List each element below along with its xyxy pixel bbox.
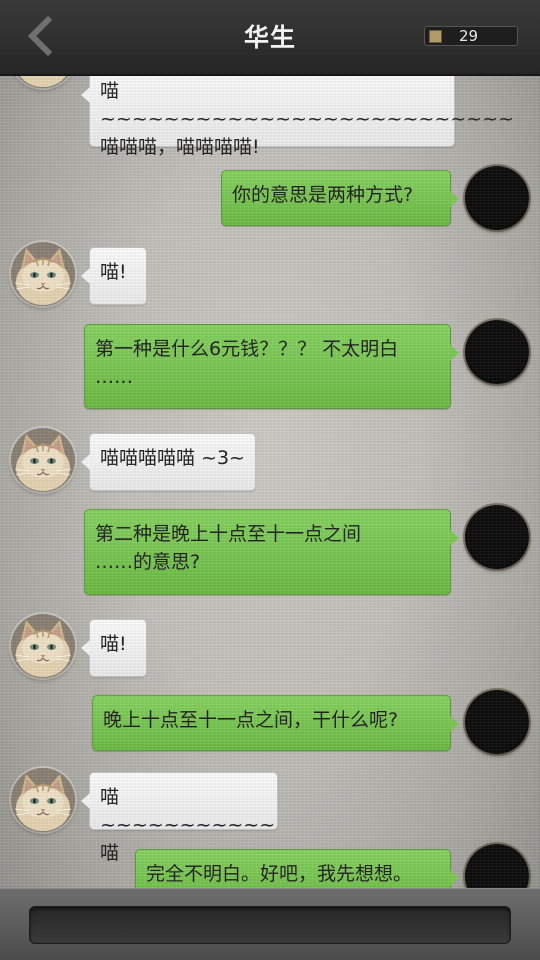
user-avatar[interactable]	[465, 320, 529, 384]
cat-face-icon	[11, 242, 75, 306]
input-bar	[0, 888, 540, 960]
message-bubble[interactable]: 喵!	[81, 247, 147, 305]
coin-icon	[429, 30, 442, 43]
message-bubble[interactable]: 喵~~~~~~~~~~~~~~~~~~~~~~~~~~ 喵喵喵，喵喵喵喵!	[81, 66, 514, 158]
cat-face-icon	[11, 428, 75, 492]
message-bubble[interactable]: 第二种是晚上十点至十一点之间 ……的意思?	[84, 509, 459, 595]
message-bubble[interactable]: 喵~~~~~~~~~~~喵	[81, 772, 278, 864]
cat-face-icon	[11, 768, 75, 832]
user-avatar[interactable]	[465, 166, 529, 230]
user-avatar[interactable]	[465, 690, 529, 754]
cat-avatar[interactable]	[11, 768, 75, 832]
message-bubble[interactable]: 晚上十点至十一点之间，干什么呢?	[92, 695, 459, 751]
cat-avatar[interactable]	[11, 242, 75, 306]
cat-face-icon	[11, 614, 75, 678]
cat-avatar[interactable]	[11, 428, 75, 492]
message-bubble[interactable]: 喵!	[81, 619, 147, 677]
counter-value: 29	[459, 27, 479, 45]
message-bubble[interactable]: 你的意思是两种方式?	[221, 170, 459, 226]
message-bubble[interactable]: 喵喵喵喵喵 ~3~	[81, 433, 256, 491]
chat-screen: 华生 29 喵~~~~~~~~~~~~~~~~~~~~~~~~~~ 喵喵喵，喵喵…	[0, 0, 540, 960]
message-bubble[interactable]: 第一种是什么6元钱？？？ 不太明白 ……	[84, 324, 459, 409]
counter-badge: 29	[424, 26, 518, 46]
message-input[interactable]	[29, 906, 511, 944]
header-bar: 华生 29	[0, 0, 540, 76]
user-avatar[interactable]	[465, 505, 529, 569]
cat-avatar[interactable]	[11, 614, 75, 678]
